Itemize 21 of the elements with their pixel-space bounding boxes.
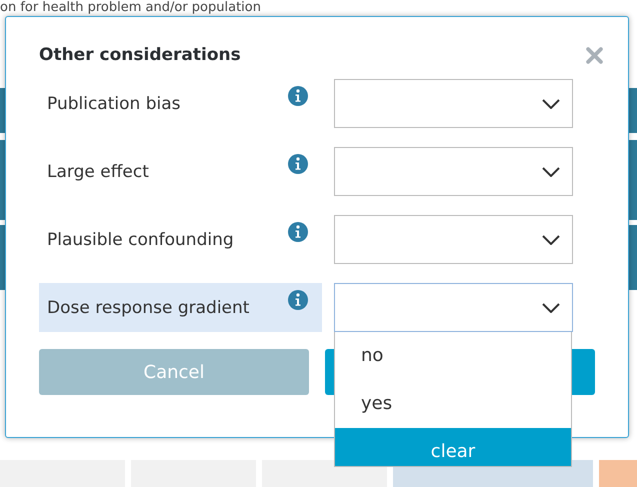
select-field[interactable]	[334, 79, 573, 128]
select-field[interactable]	[334, 215, 573, 264]
chevron-down-icon	[542, 98, 560, 108]
dropdown-option[interactable]: no	[335, 332, 571, 380]
background-text: on for health problem and/or population	[0, 0, 261, 15]
chevron-down-icon	[542, 234, 560, 244]
field-label: Publication bias	[47, 94, 180, 114]
info-icon[interactable]	[288, 222, 308, 242]
dialog-title: Other considerations	[39, 45, 241, 65]
field-label: Plausible confounding	[47, 230, 234, 250]
field-label: Dose response gradient	[47, 298, 250, 318]
info-icon[interactable]	[288, 290, 308, 310]
field-label: Large effect	[47, 162, 149, 182]
info-icon[interactable]	[288, 154, 308, 174]
info-icon[interactable]	[288, 86, 308, 106]
chevron-down-icon	[542, 302, 560, 312]
close-icon[interactable]	[586, 46, 603, 64]
select-field[interactable]	[334, 147, 573, 196]
dropdown-option[interactable]: yes	[335, 380, 571, 428]
chevron-down-icon	[542, 166, 560, 176]
select-field[interactable]	[334, 283, 573, 332]
